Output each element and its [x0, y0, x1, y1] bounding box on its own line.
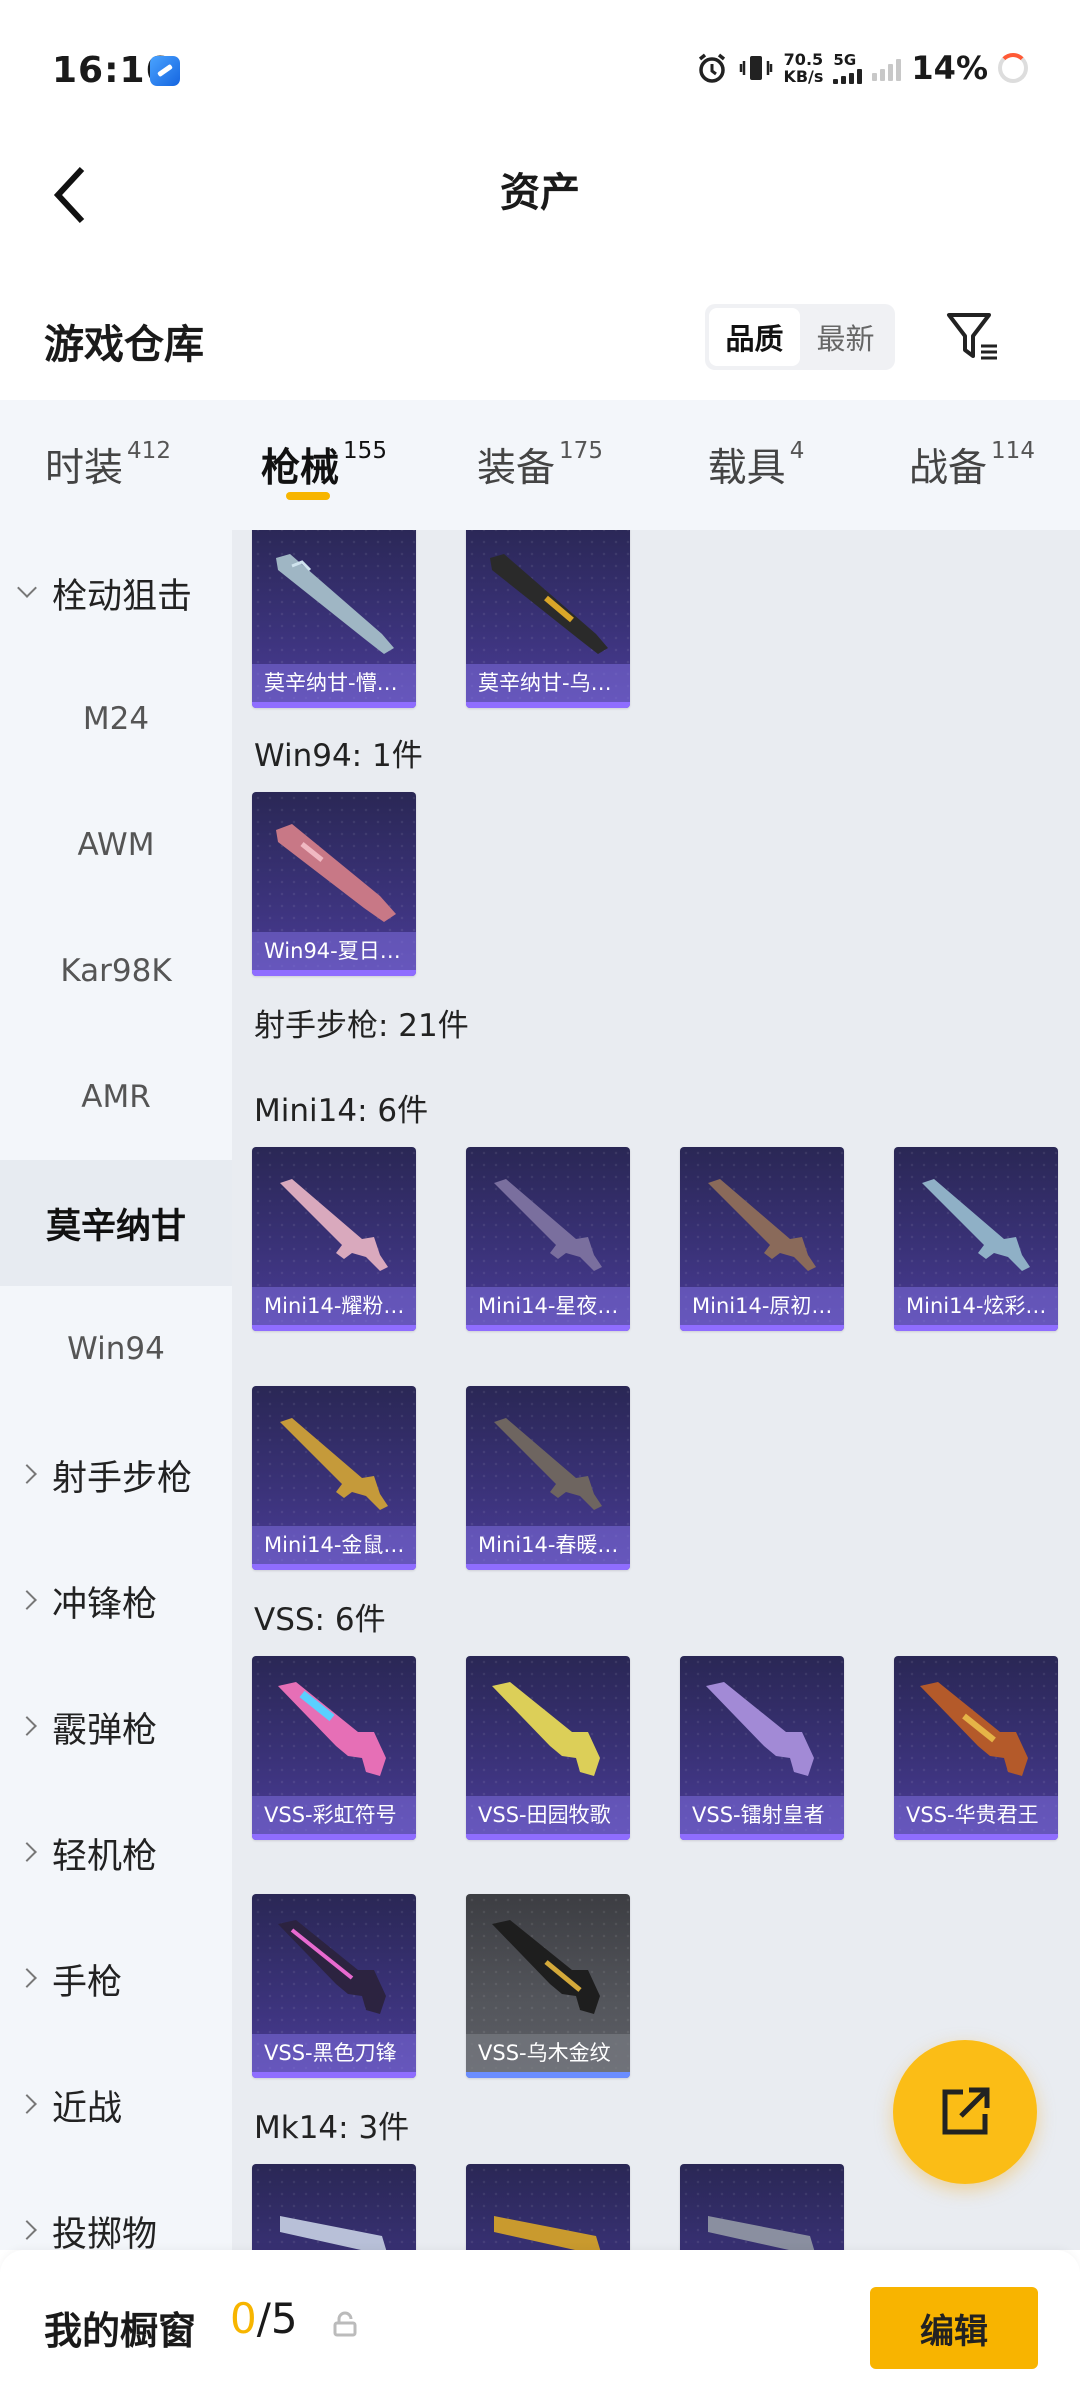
group-label-mini14: Mini14: 6件: [254, 1093, 429, 1129]
status-bar: 16:16 70.5 KB/s 5G 14%: [0, 0, 1080, 140]
rifle-image: [492, 1920, 600, 2014]
group-label-vss: VSS: 6件: [254, 1602, 386, 1638]
skin-card[interactable]: Win94-夏日…: [252, 792, 416, 976]
weapon-skins-grid: 莫辛纳甘-懵… 莫辛纳甘-乌… Win94: 1件 Win94-夏日… 射手步枪…: [232, 530, 1080, 2250]
tab-firearms[interactable]: 枪械 155: [216, 400, 432, 530]
sort-quality-option[interactable]: 品质: [709, 308, 800, 366]
weapon-type-sidebar: 栓动狙击 M24 AWM Kar98K AMR 莫辛纳甘 Win94 射手步枪 …: [0, 530, 232, 2250]
vibrate-icon: [740, 56, 773, 80]
sidebar-item-lmg[interactable]: 轻机枪: [0, 1790, 232, 1916]
skin-card[interactable]: VSS-彩虹符号: [252, 1656, 416, 1840]
rifle-image: [922, 1179, 1030, 1271]
showcase-count: 0/5: [230, 2294, 298, 2343]
tab-fashion[interactable]: 时装 412: [0, 400, 216, 530]
skin-card[interactable]: Mini14-星夜…: [466, 1147, 630, 1331]
chevron-right-icon: [17, 1716, 37, 1736]
rifle-image: [276, 824, 396, 922]
skin-card[interactable]: [680, 2164, 844, 2250]
rifle-image: [280, 1179, 388, 1271]
skin-card[interactable]: VSS-镭射皇者: [680, 1656, 844, 1840]
rifle-image: [494, 1179, 602, 1271]
page-title: 资产: [500, 170, 580, 216]
signal-bars-icon: [833, 68, 863, 84]
skin-card[interactable]: Mini14-春暖…: [466, 1386, 630, 1570]
sidebar-item-melee[interactable]: 近战: [0, 2042, 232, 2168]
skin-card[interactable]: Mini14-原初…: [680, 1147, 844, 1331]
skin-card[interactable]: Mini14-金鼠…: [252, 1386, 416, 1570]
sidebar-item-awm[interactable]: AWM: [0, 782, 232, 908]
sidebar-item-m24[interactable]: M24: [0, 656, 232, 782]
showcase-bar: 我的橱窗 0/5 编辑: [0, 2250, 1080, 2400]
rifle-image: [280, 1418, 388, 1510]
rifle-image: [494, 2216, 601, 2250]
group-label-marksman: 射手步枪: 21件: [254, 1008, 469, 1044]
nav-bar: 资产: [0, 140, 1080, 290]
rifle-image: [490, 554, 608, 654]
chevron-right-icon: [17, 2094, 37, 2114]
tab-vehicles[interactable]: 载具 4: [648, 400, 864, 530]
battery-ring-icon: [998, 53, 1028, 83]
group-label-mk14: Mk14: 3件: [254, 2110, 410, 2146]
sidebar-item-win94[interactable]: Win94: [0, 1286, 232, 1412]
rifle-image: [494, 1418, 602, 1510]
sort-toggle: 品质 最新: [705, 304, 895, 370]
rifle-image: [492, 1682, 600, 1776]
active-tab-indicator: [286, 492, 330, 500]
group-label-win94: Win94: 1件: [254, 738, 423, 774]
showcase-label: 我的橱窗: [44, 2309, 197, 2353]
skin-card[interactable]: VSS-华贵君王: [894, 1656, 1058, 1840]
signal-5g: 5G: [833, 52, 863, 84]
share-icon: [942, 2087, 990, 2135]
filter-button[interactable]: [938, 302, 1008, 372]
skin-card[interactable]: VSS-田园牧歌: [466, 1656, 630, 1840]
skin-card[interactable]: Mini14-耀粉…: [252, 1147, 416, 1331]
battery-percent: 14%: [911, 49, 988, 87]
rifle-image: [278, 1682, 386, 1776]
sidebar-item-amr[interactable]: AMR: [0, 1034, 232, 1160]
category-tabs: 时装 412 枪械 155 装备 175 载具 4 战备 114: [0, 400, 1080, 530]
sidebar-item-kar98k[interactable]: Kar98K: [0, 908, 232, 1034]
chevron-right-icon: [17, 1968, 37, 1988]
skin-card[interactable]: Mini14-炫彩…: [894, 1147, 1058, 1331]
sidebar-item-pistol[interactable]: 手枪: [0, 1916, 232, 2042]
chevron-right-icon: [17, 2220, 37, 2240]
network-speed: 70.5 KB/s: [783, 50, 824, 86]
rifle-image: [276, 554, 394, 654]
skin-card[interactable]: VSS-黑色刀锋: [252, 1894, 416, 2078]
edit-button[interactable]: 编辑: [870, 2287, 1038, 2369]
chevron-right-icon: [17, 1464, 37, 1484]
alarm-icon: [699, 53, 726, 83]
rifle-image: [706, 1682, 814, 1776]
sidebar-item-smg[interactable]: 冲锋枪: [0, 1538, 232, 1664]
skin-card[interactable]: 莫辛纳甘-懵…: [252, 530, 416, 708]
rifle-image: [920, 1682, 1028, 1776]
chevron-down-icon: [17, 578, 37, 598]
warehouse-header: 游戏仓库 品质 最新: [0, 290, 1080, 400]
skin-card[interactable]: [466, 2164, 630, 2250]
app-notification-icon: [150, 56, 180, 86]
rifle-image: [280, 2216, 387, 2250]
filter-icon: [947, 313, 997, 360]
sidebar-item-throwable[interactable]: 投掷物: [0, 2168, 232, 2250]
warehouse-title: 游戏仓库: [44, 322, 204, 368]
tab-supplies[interactable]: 战备 114: [864, 400, 1080, 530]
skin-card[interactable]: VSS-乌木金纹: [466, 1894, 630, 2078]
sidebar-item-mosin[interactable]: 莫辛纳甘: [0, 1160, 232, 1286]
signal-bars-secondary-icon: [872, 55, 902, 81]
sort-newest-option[interactable]: 最新: [800, 308, 891, 366]
skin-card[interactable]: 莫辛纳甘-乌…: [466, 530, 630, 708]
rifle-image: [708, 2216, 815, 2250]
chevron-right-icon: [17, 1842, 37, 1862]
rifle-image: [278, 1920, 386, 2014]
chevron-right-icon: [17, 1590, 37, 1610]
rifle-image: [708, 1179, 816, 1271]
sidebar-item-shotgun[interactable]: 霰弹枪: [0, 1664, 232, 1790]
status-indicators: 70.5 KB/s 5G 14%: [695, 48, 1028, 88]
sidebar-item-marksman[interactable]: 射手步枪: [0, 1412, 232, 1538]
tab-equipment[interactable]: 装备 175: [432, 400, 648, 530]
sidebar-item-bolt-sniper[interactable]: 栓动狙击: [0, 530, 232, 656]
lock-icon: [333, 2311, 357, 2337]
skin-card[interactable]: [252, 2164, 416, 2250]
share-float-button[interactable]: [893, 2040, 1037, 2184]
